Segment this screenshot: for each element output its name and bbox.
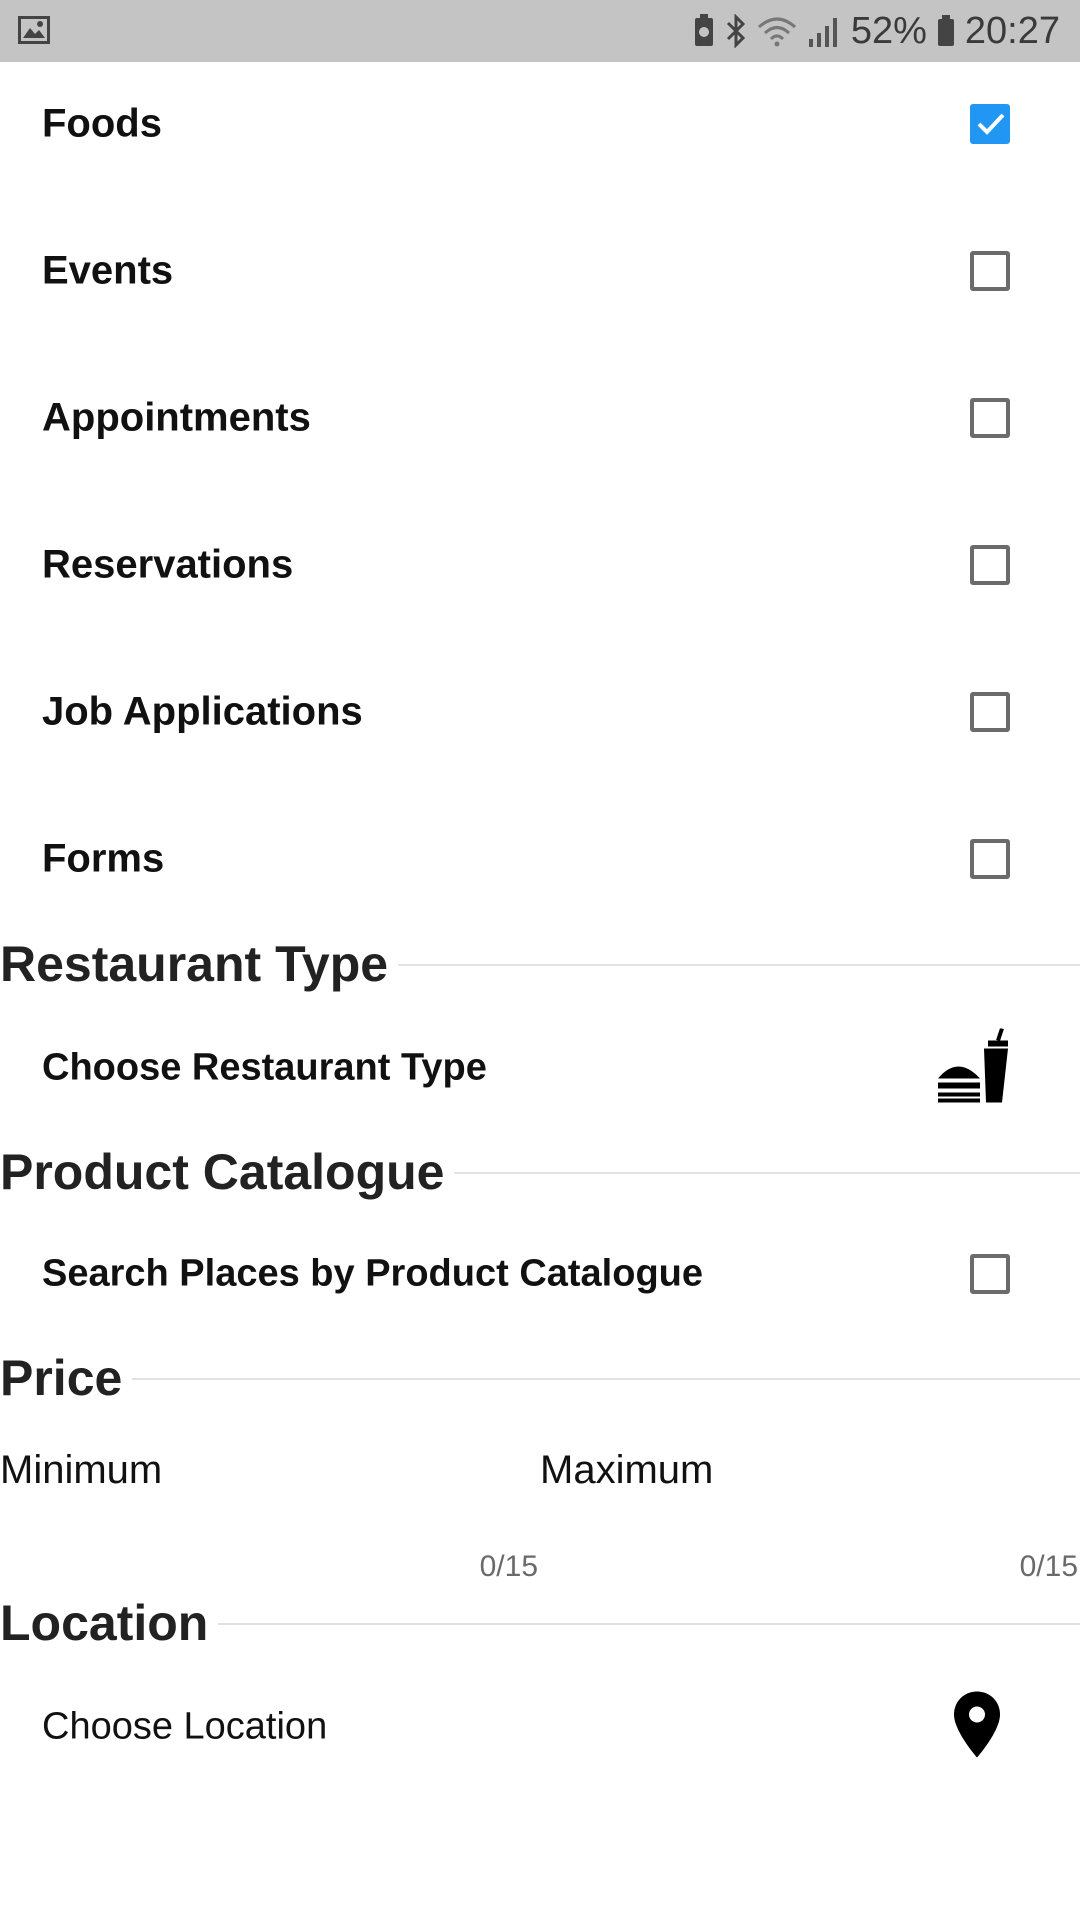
- price-minimum-field[interactable]: Minimum 0/15: [0, 1440, 540, 1583]
- section-product-catalogue: Product Catalogue: [0, 1142, 1080, 1202]
- choose-restaurant-type-row[interactable]: Choose Restaurant Type: [0, 1013, 1080, 1123]
- category-label: Events: [42, 248, 174, 293]
- category-label: Reservations: [42, 542, 294, 587]
- price-minimum-label: Minimum: [0, 1448, 163, 1492]
- wifi-icon: [757, 15, 797, 47]
- battery-saver-icon: [693, 14, 715, 48]
- bluetooth-icon: [725, 14, 747, 48]
- product-catalogue-checkbox[interactable]: [970, 1254, 1010, 1294]
- choose-location-row[interactable]: Choose Location: [0, 1672, 1080, 1782]
- category-label: Foods: [42, 101, 162, 146]
- price-minimum-counter: 0/15: [479, 1550, 538, 1583]
- section-title: Product Catalogue: [0, 1142, 455, 1202]
- category-checkbox[interactable]: [970, 692, 1010, 732]
- category-row[interactable]: Reservations: [0, 505, 1080, 625]
- section-location: Location: [0, 1593, 1080, 1653]
- battery-icon: [937, 15, 955, 47]
- category-checkbox[interactable]: [970, 104, 1010, 144]
- category-row[interactable]: Events: [0, 211, 1080, 331]
- price-maximum-counter: 0/15: [1019, 1550, 1078, 1583]
- battery-percent: 52%: [850, 9, 927, 52]
- section-title: Restaurant Type: [0, 934, 399, 994]
- category-row[interactable]: Appointments: [0, 358, 1080, 478]
- section-title: Location: [0, 1593, 219, 1653]
- category-checkbox[interactable]: [970, 398, 1010, 438]
- category-row[interactable]: Foods: [0, 64, 1080, 184]
- image-icon: [18, 16, 50, 49]
- product-catalogue-row[interactable]: Search Places by Product Catalogue: [0, 1219, 1080, 1329]
- divider: [0, 1378, 1080, 1380]
- clock: 20:27: [964, 9, 1060, 52]
- category-label: Job Applications: [42, 689, 363, 734]
- status-bar: 52% 20:27: [0, 0, 1080, 62]
- category-checkbox[interactable]: [970, 251, 1010, 291]
- product-catalogue-label: Search Places by Product Catalogue: [42, 1252, 704, 1295]
- section-title: Price: [0, 1348, 133, 1408]
- choose-location-label: Choose Location: [42, 1705, 328, 1748]
- section-restaurant-type: Restaurant Type: [0, 934, 1080, 994]
- signal-icon: [807, 15, 841, 47]
- category-label: Appointments: [42, 395, 311, 440]
- choose-restaurant-type-label: Choose Restaurant Type: [42, 1046, 487, 1089]
- category-row[interactable]: Job Applications: [0, 652, 1080, 772]
- section-price: Price: [0, 1348, 1080, 1408]
- location-pin-icon[interactable]: [954, 1691, 1000, 1763]
- category-checkbox[interactable]: [970, 545, 1010, 585]
- price-maximum-label: Maximum: [540, 1448, 714, 1492]
- price-maximum-field[interactable]: Maximum 0/15: [540, 1440, 1080, 1583]
- fastfood-icon[interactable]: [936, 1027, 1012, 1108]
- category-row[interactable]: Forms: [0, 799, 1080, 919]
- category-label: Forms: [42, 836, 165, 881]
- category-checkbox[interactable]: [970, 839, 1010, 879]
- checkmark-icon: [977, 113, 1005, 135]
